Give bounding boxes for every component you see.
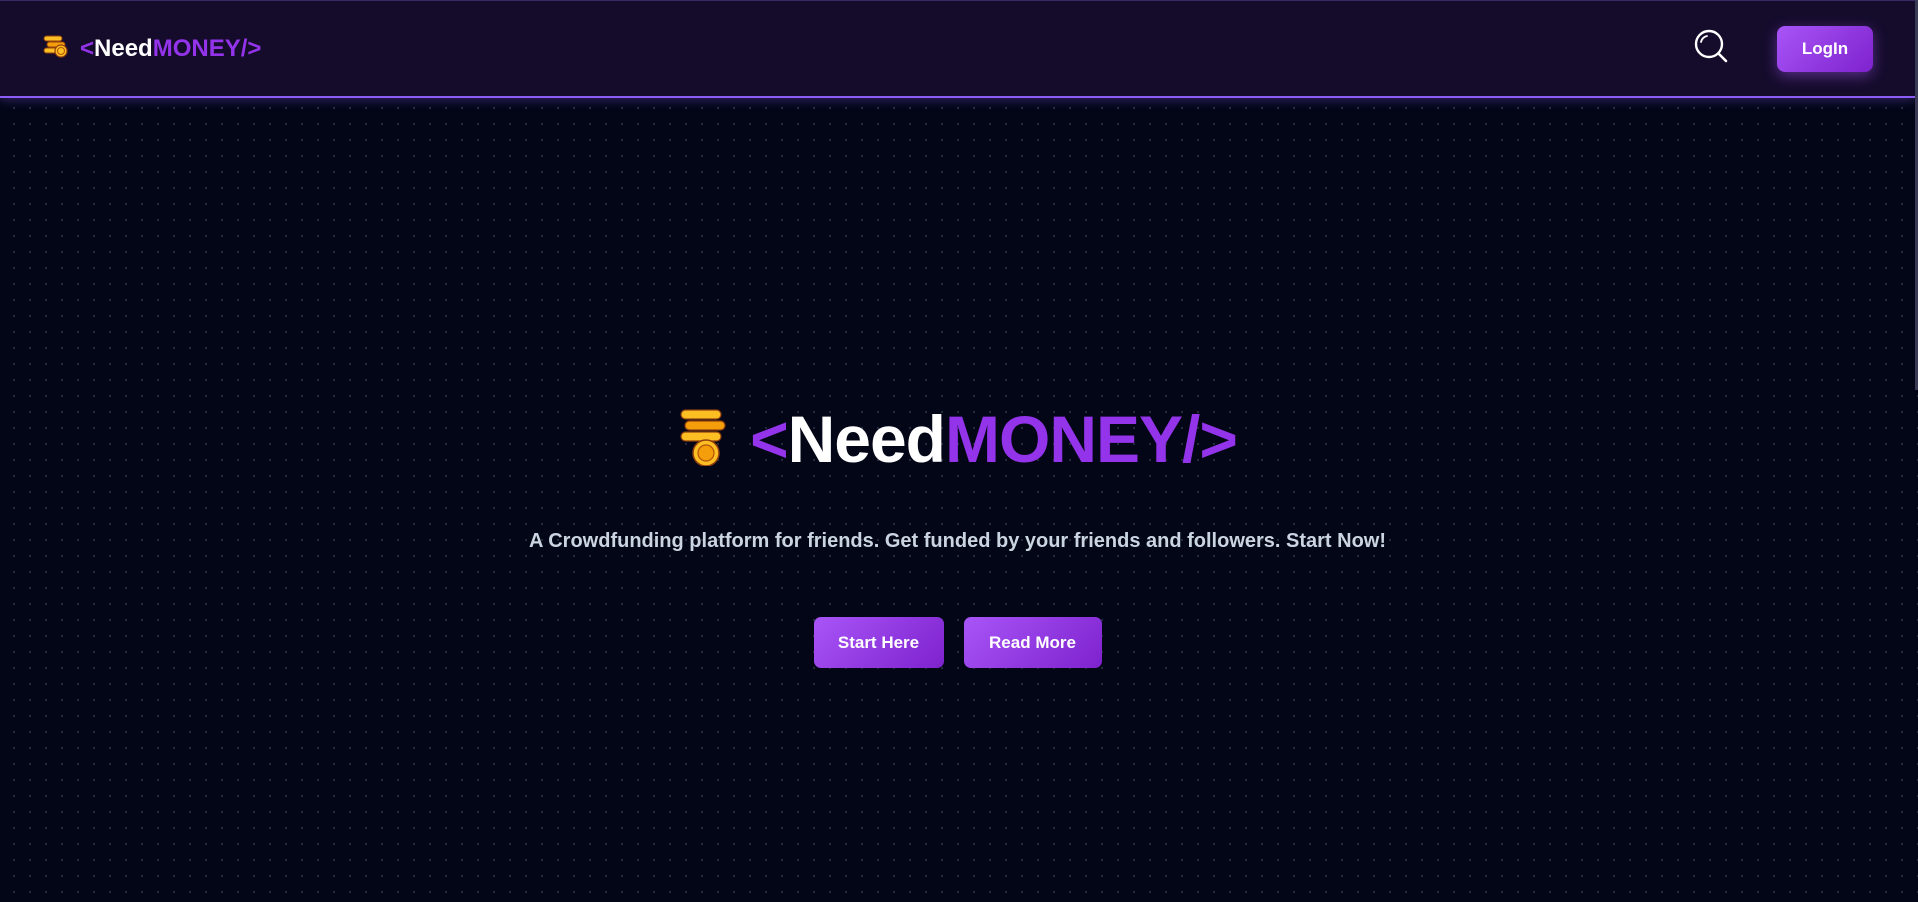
brand-bracket-open: < [80, 34, 95, 62]
brand-need: Need [94, 34, 153, 62]
landing-page: <NeedMONEY/> LogIn <NeedMONEY/> A Crowdf… [0, 0, 1918, 902]
start-here-button[interactable]: Start Here [813, 617, 944, 668]
hero-tagline: A Crowdfunding platform for friends. Get… [528, 530, 1387, 552]
search-button[interactable] [1691, 29, 1731, 69]
brand-wordmark: <NeedMONEY/> [80, 35, 261, 63]
hero-title: <NeedMONEY/> [678, 402, 1238, 476]
search-icon [1692, 27, 1730, 70]
hero-wordmark: <NeedMONEY/> [750, 406, 1238, 472]
coin-stack-icon [42, 33, 70, 64]
hero-actions: Start Here Read More [813, 617, 1102, 668]
coin-stack-icon [678, 408, 730, 471]
hero-section: <NeedMONEY/> A Crowdfunding platform for… [0, 100, 1915, 902]
read-more-button[interactable]: Read More [963, 617, 1102, 668]
hero-bracket-close: /> [1182, 402, 1238, 476]
navbar: <NeedMONEY/> LogIn [0, 0, 1915, 98]
brand-bracket-close: /> [240, 34, 262, 62]
nav-actions: LogIn [1691, 25, 1873, 72]
login-button[interactable]: LogIn [1777, 25, 1873, 72]
hero-bracket-open: < [750, 402, 789, 476]
hero-money: MONEY [945, 402, 1183, 476]
brand-logo-link[interactable]: <NeedMONEY/> [42, 33, 261, 64]
hero-need: Need [787, 402, 946, 476]
brand-money: MONEY [152, 34, 241, 62]
